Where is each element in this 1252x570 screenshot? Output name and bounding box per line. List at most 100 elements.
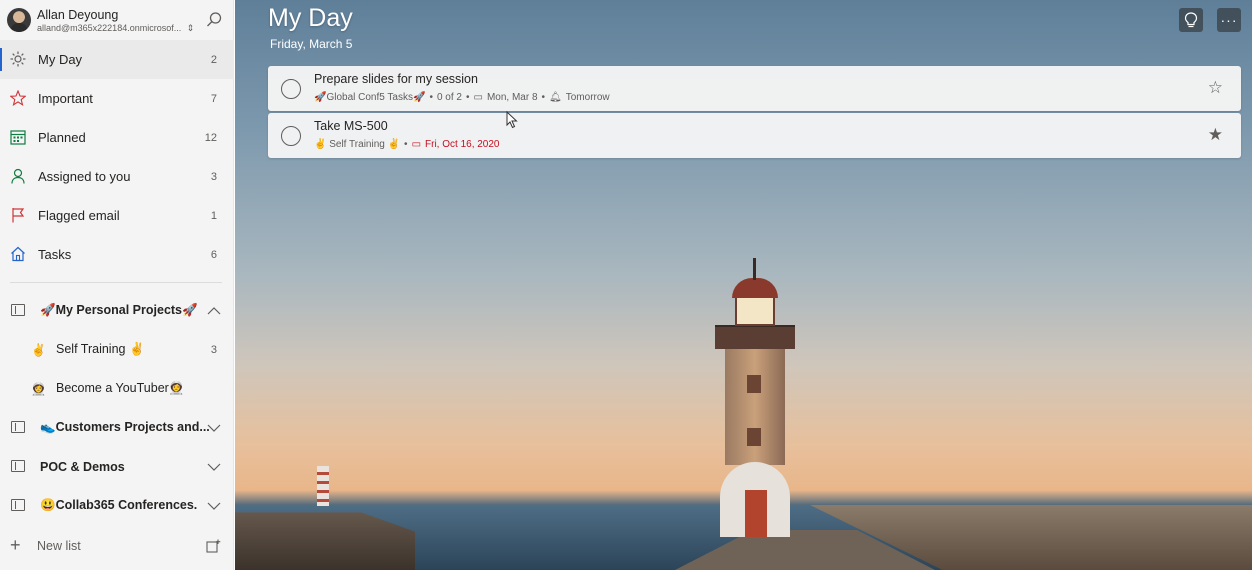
- nav-count: 12: [204, 131, 217, 144]
- chevron-up-icon[interactable]: [206, 303, 222, 319]
- calendar-icon: ▭: [411, 139, 422, 150]
- group-label: 👟Customers Projects and...: [40, 420, 210, 434]
- separator-dot: •: [404, 139, 408, 150]
- task-steps: 0 of 2: [436, 92, 462, 103]
- divider: [10, 282, 222, 283]
- page-date: Friday, March 5: [270, 37, 353, 51]
- background-lighthouse-lantern: [735, 296, 775, 326]
- list-become-a-youtuber[interactable]: 👩‍🚀 Become a YouTuber👩‍🚀: [0, 369, 234, 408]
- lightbulb-icon: [1184, 12, 1198, 28]
- page-title: My Day: [268, 4, 353, 32]
- task-item[interactable]: Prepare slides for my session 🚀Global Co…: [268, 66, 1241, 111]
- group-label: 🚀My Personal Projects🚀: [40, 303, 198, 317]
- group-label: POC & Demos: [40, 459, 125, 474]
- nav-tasks[interactable]: Tasks 6: [0, 235, 234, 274]
- background-small-lighthouse: [317, 466, 329, 506]
- calendar-icon: [10, 129, 26, 145]
- chevron-down-icon[interactable]: [206, 420, 222, 436]
- nav-count: 3: [210, 170, 217, 183]
- more-icon: ···: [1220, 12, 1238, 28]
- new-list-label: New list: [37, 539, 81, 553]
- list-self-training[interactable]: ✌ Self Training ✌ 3: [0, 330, 234, 369]
- nav-count: 6: [210, 248, 217, 261]
- group-poc-demos[interactable]: POC & Demos: [0, 447, 234, 486]
- group-customers-projects[interactable]: 👟Customers Projects and...: [0, 408, 234, 447]
- new-group-icon[interactable]: [206, 539, 221, 553]
- person-icon: [10, 168, 26, 184]
- list-label: Self Training ✌: [56, 342, 145, 356]
- background-lighthouse-tower: [725, 345, 785, 465]
- group-icon: [11, 304, 25, 316]
- task-title: Prepare slides for my session: [314, 72, 478, 86]
- group-icon: [11, 499, 25, 511]
- mouse-cursor-icon: [506, 111, 518, 129]
- nav-label: Flagged email: [38, 208, 120, 223]
- nav-count: 7: [210, 92, 217, 105]
- list-count: 3: [210, 343, 217, 356]
- group-icon: [11, 460, 25, 472]
- avatar[interactable]: [7, 8, 31, 32]
- background-lighthouse-door: [745, 490, 767, 537]
- task-list-name: 🚀Global Conf5 Tasks🚀: [314, 92, 426, 103]
- expand-icon[interactable]: ⇕: [187, 23, 195, 33]
- user-name: Allan Deyoung: [37, 8, 119, 22]
- nav-flagged-email[interactable]: Flagged email 1: [0, 196, 234, 235]
- more-options-button[interactable]: ···: [1217, 8, 1241, 32]
- task-reminder: Tomorrow: [565, 92, 610, 103]
- task-due-date: Fri, Oct 16, 2020: [425, 139, 500, 150]
- separator-dot: •: [541, 92, 546, 103]
- nav-important[interactable]: Important 7: [0, 79, 234, 118]
- group-my-personal-projects[interactable]: 🚀My Personal Projects🚀: [0, 291, 234, 330]
- user-email-text: alland@m365x222184.onmicrosof...: [37, 23, 182, 33]
- plus-icon: +: [10, 535, 21, 555]
- flag-icon: [10, 207, 26, 223]
- star-icon: [10, 90, 26, 106]
- chevron-down-icon[interactable]: [206, 459, 222, 475]
- star-filled-icon[interactable]: ★: [1208, 125, 1223, 145]
- suggestions-button[interactable]: [1179, 8, 1203, 32]
- sun-icon: [10, 51, 26, 67]
- nav-label: Assigned to you: [38, 169, 131, 184]
- complete-checkbox[interactable]: [281, 79, 301, 99]
- list-emoji-icon: 👩‍🚀: [31, 381, 46, 396]
- nav-my-day[interactable]: My Day 2: [0, 40, 234, 79]
- task-meta: ✌ Self Training ✌ • ▭ Fri, Oct 16, 2020: [314, 139, 500, 150]
- chevron-down-icon[interactable]: [206, 498, 222, 514]
- star-outline-icon[interactable]: ☆: [1208, 78, 1223, 98]
- background-lighthouse-window: [747, 428, 761, 446]
- account-header[interactable]: Allan Deyoung alland@m365x222184.onmicro…: [0, 0, 234, 40]
- group-collab365-conferences[interactable]: 😃Collab365 Conferences.: [0, 486, 234, 525]
- separator-dot: •: [429, 92, 433, 103]
- home-icon: [10, 246, 26, 262]
- search-icon[interactable]: [205, 11, 223, 29]
- new-list-button[interactable]: + New list: [0, 526, 234, 566]
- background-lighthouse-window: [747, 375, 761, 393]
- list-emoji-icon: ✌: [31, 342, 46, 357]
- task-list-name: ✌ Self Training ✌: [314, 139, 401, 150]
- calendar-icon: ▭: [473, 92, 483, 103]
- nav-label: Planned: [38, 130, 86, 145]
- nav-count: 1: [210, 209, 217, 222]
- nav-assigned-to-you[interactable]: Assigned to you 3: [0, 157, 234, 196]
- task-item[interactable]: Take MS-500 ✌ Self Training ✌ • ▭ Fri, O…: [268, 113, 1241, 158]
- background-lighthouse-roof: [732, 278, 778, 298]
- group-icon: [11, 421, 25, 433]
- complete-checkbox[interactable]: [281, 126, 301, 146]
- task-meta: 🚀Global Conf5 Tasks🚀 • 0 of 2 • ▭ Mon, M…: [314, 92, 610, 103]
- nav-planned[interactable]: Planned 12: [0, 118, 234, 157]
- main-pane: My Day Friday, March 5 ··· Prepare slide…: [235, 0, 1252, 570]
- task-due-date: Mon, Mar 8: [486, 92, 538, 103]
- list-label: Become a YouTuber👩‍🚀: [56, 381, 185, 395]
- bell-icon: 🔔︎: [549, 92, 562, 103]
- sidebar: Allan Deyoung alland@m365x222184.onmicro…: [0, 0, 234, 570]
- nav-label: My Day: [38, 52, 83, 67]
- nav-count: 2: [210, 53, 217, 66]
- background-lighthouse-spire: [753, 258, 756, 280]
- task-title: Take MS-500: [314, 119, 388, 133]
- user-email: alland@m365x222184.onmicrosof... ⇕: [37, 23, 194, 34]
- nav-label: Important: [38, 91, 93, 106]
- group-label: 😃Collab365 Conferences.: [40, 498, 198, 512]
- separator-dot: •: [465, 92, 470, 103]
- nav-label: Tasks: [38, 247, 72, 262]
- background-lighthouse-gallery: [715, 325, 795, 349]
